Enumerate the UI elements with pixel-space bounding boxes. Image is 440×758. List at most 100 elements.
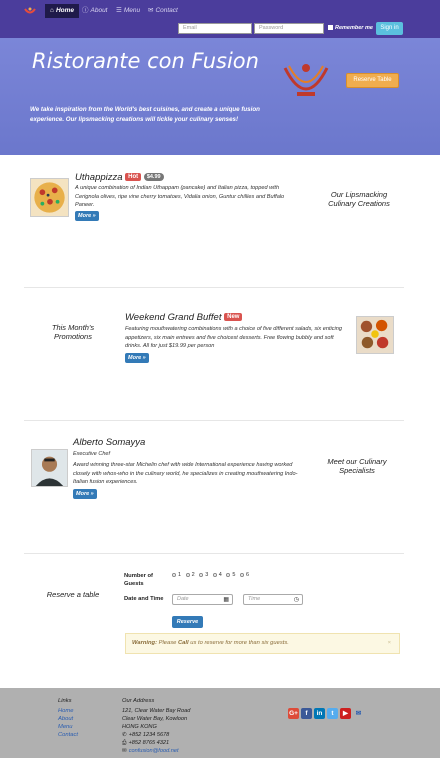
sign-in-button[interactable]: Sign in <box>376 22 403 35</box>
new-label: New <box>224 313 243 322</box>
facebook-icon[interactable]: f <box>301 708 312 719</box>
youtube-icon[interactable]: ▶ <box>340 708 351 719</box>
radio-1[interactable] <box>172 572 176 577</box>
buffet-image <box>356 316 394 354</box>
restaurant-logo <box>283 64 329 96</box>
address-line-2: Clear Water Bay, Kowloon <box>122 716 188 722</box>
warning-rest: us to reserve for more than six guests. <box>190 640 289 646</box>
radio-4[interactable] <box>212 572 217 577</box>
footer-phone: ✆ +852 1234 5678 <box>122 732 169 738</box>
warning-prefix: Warning: <box>132 640 158 646</box>
checkbox-icon <box>328 25 333 31</box>
divider <box>24 287 404 288</box>
reserve-button[interactable]: Reserve <box>172 616 203 628</box>
warning-text: Please <box>158 640 177 646</box>
google-plus-icon[interactable]: G+ <box>288 708 299 719</box>
footer-address-title: Our Address <box>122 698 155 704</box>
nav-home[interactable]: ⌂ Home <box>45 4 79 18</box>
envelope-icon: ✉ <box>148 7 154 14</box>
nav-about[interactable]: ⓘ About <box>82 4 108 18</box>
price-badge: $4.99 <box>143 173 164 182</box>
address-line-3: HONG KONG <box>122 724 157 730</box>
radio-label-4: 4 <box>218 572 222 578</box>
dish-heading: Uthappizza Hot $4.99 <box>75 172 164 183</box>
radio-3[interactable] <box>199 572 204 577</box>
mail-icon[interactable]: ✉ <box>353 708 364 719</box>
warning-call: Call <box>178 640 189 646</box>
divider <box>24 420 404 421</box>
calendar-icon: ▦ <box>223 597 229 603</box>
promotion-heading: Weekend Grand Buffet New <box>125 312 243 323</box>
navbar: ⌂ Home ⓘ About ☰ Menu ✉ Contact Email Passwo… <box>0 0 440 38</box>
time-input[interactable]: Time ◷ <box>243 594 303 605</box>
time-placeholder: Time <box>248 596 261 602</box>
list-icon: ☰ <box>116 7 122 14</box>
nav-menu-label: Menu <box>123 7 141 14</box>
clock-icon: ◷ <box>293 597 299 603</box>
dish-side-title: Our Lipsmacking Culinary Creations <box>328 190 390 208</box>
linkedin-icon[interactable]: in <box>314 708 325 719</box>
radio-5[interactable] <box>226 572 231 577</box>
uthappizza-image <box>30 178 69 217</box>
close-icon[interactable]: × <box>388 634 391 653</box>
remember-me-checkbox[interactable]: Remember me <box>328 25 373 31</box>
footer-links-title: Links <box>58 698 72 704</box>
footer-link-home[interactable]: Home <box>58 708 73 714</box>
nav-about-label: About <box>90 7 108 14</box>
nav-menu[interactable]: ☰ Menu <box>116 4 140 18</box>
leader-heading: Alberto Somayya <box>73 437 146 448</box>
promotion-side-title: This Month's Promotions <box>51 323 95 341</box>
home-icon: ⌂ <box>50 7 54 14</box>
divider <box>24 553 404 554</box>
jumbotron-text: We take inspiration from the World's bes… <box>30 106 260 123</box>
reserve-table-button[interactable]: Reserve Table <box>346 73 399 88</box>
phone-text: +852 1234 5678 <box>128 732 170 738</box>
fax-text: +852 8765 4321 <box>128 740 170 746</box>
footer-fax: ⎙ +852 8765 4321 <box>122 740 169 747</box>
nav-contact-label: Contact <box>155 7 178 14</box>
email-input[interactable]: Email <box>178 23 252 34</box>
info-icon: ⓘ <box>82 7 89 14</box>
brand-logo[interactable] <box>24 6 36 15</box>
jumbotron: Ristorante con Fusion We take inspiratio… <box>0 38 440 155</box>
nav-contact[interactable]: ✉ Contact <box>148 4 178 18</box>
warning-alert: Warning: Please Call us to reserve for m… <box>125 633 400 654</box>
email-link[interactable]: confusion@food.net <box>129 748 179 754</box>
dish-more-button[interactable]: More » <box>75 211 99 221</box>
footer-link-contact[interactable]: Contact <box>58 732 78 738</box>
radio-2[interactable] <box>185 572 190 577</box>
promotion-more-button[interactable]: More » <box>125 353 149 363</box>
password-input[interactable]: Password <box>254 23 324 34</box>
leader-side-title: Meet our Culinary Specialists <box>327 457 387 475</box>
promotion-description: Featuring mouthwatering combinations wit… <box>125 326 343 349</box>
radio-label-2: 2 <box>191 572 195 578</box>
remember-me-label: Remember me <box>335 25 373 31</box>
phone-icon: ✆ <box>122 732 127 738</box>
radio-6[interactable] <box>239 572 244 577</box>
date-input[interactable]: Date ▦ <box>172 594 233 605</box>
nav-home-label: Home <box>55 7 74 14</box>
radio-label-1: 1 <box>178 572 182 578</box>
footer-email: ✉ confusion@food.net <box>122 748 179 754</box>
chef-photo <box>31 449 68 487</box>
envelope-icon: ✉ <box>122 748 127 754</box>
dish-name: Uthappizza <box>75 172 123 183</box>
fax-icon: ⎙ <box>122 740 127 746</box>
guests-label: Number of Guests <box>124 573 153 587</box>
leader-designation: Executive Chef <box>73 451 110 457</box>
date-placeholder: Date <box>177 596 189 602</box>
dish-description: A unique combination of Indian Uthappam … <box>75 185 285 208</box>
radio-label-6: 6 <box>245 572 250 578</box>
promotion-name: Weekend Grand Buffet <box>125 312 222 323</box>
radio-label-5: 5 <box>232 572 236 578</box>
hot-label: Hot <box>125 173 142 182</box>
reservation-side-title: Reserve a table <box>46 590 100 599</box>
address-line-1: 121, Clear Water Bay Road <box>122 708 191 714</box>
page-title: Ristorante con Fusion <box>32 49 259 73</box>
footer-link-about[interactable]: About <box>58 716 73 722</box>
leader-more-button[interactable]: More » <box>73 489 97 499</box>
footer-link-menu[interactable]: Menu <box>58 724 73 730</box>
twitter-icon[interactable]: t <box>327 708 338 719</box>
datetime-label: Date and Time <box>124 596 164 602</box>
radio-label-3: 3 <box>205 572 209 578</box>
